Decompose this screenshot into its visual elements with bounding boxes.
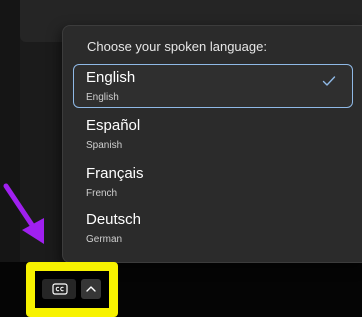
spoken-language-popup: Choose your spoken language: English Eng… — [62, 25, 362, 263]
language-subtitle: Spanish — [86, 140, 123, 151]
language-subtitle: French — [86, 188, 118, 199]
annotation-arrow-icon — [3, 183, 44, 244]
language-option-spanish[interactable]: Español Spanish — [73, 112, 353, 156]
checkmark-icon — [322, 76, 336, 86]
language-name: Français — [86, 165, 144, 182]
language-subtitle: English — [86, 92, 119, 103]
language-option-english[interactable]: English English — [73, 64, 353, 108]
language-name: English — [86, 69, 136, 86]
language-option-german[interactable]: Deutsch German — [73, 206, 353, 250]
popup-heading: Choose your spoken language: — [87, 39, 267, 54]
chevron-up-icon — [86, 286, 96, 292]
expand-options-button[interactable] — [81, 279, 101, 299]
language-subtitle: German — [86, 234, 123, 245]
closed-captions-icon — [52, 283, 68, 295]
language-name: Deutsch — [86, 211, 142, 228]
language-name: Español — [86, 117, 141, 134]
language-option-french[interactable]: Français French — [73, 160, 353, 204]
live-captions-button[interactable] — [42, 279, 76, 299]
